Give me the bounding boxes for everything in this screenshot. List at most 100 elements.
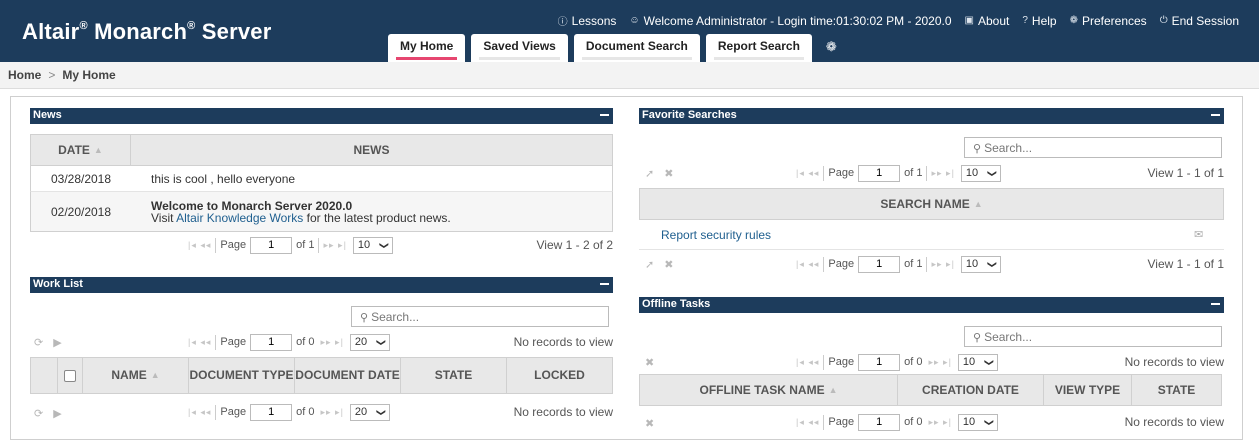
- page-number-input[interactable]: [250, 403, 293, 421]
- select-all-checkbox[interactable]: [64, 369, 76, 382]
- pager-first-prev[interactable]: |◂ ◂◂: [796, 417, 819, 428]
- favorites-toolbar-bottom: ➚ ✖: [645, 258, 673, 271]
- favorites-col-search-name[interactable]: SEARCH NAME ▲: [640, 189, 1223, 219]
- sort-icon: ▲: [93, 144, 103, 155]
- refresh-icon[interactable]: ⟳: [34, 336, 43, 349]
- favorites-row[interactable]: Report security rules ✉: [639, 220, 1224, 250]
- tab-document-search[interactable]: Document Search: [573, 34, 700, 62]
- favorites-search-input[interactable]: ⚲ Search...: [964, 137, 1222, 158]
- worklist-col-state[interactable]: STATE: [401, 358, 507, 393]
- rows-per-page-select[interactable]: 10 ❯: [960, 255, 1001, 273]
- page-number-input[interactable]: [858, 413, 901, 431]
- pager-next-last[interactable]: ▸▸ ▸|: [323, 240, 346, 251]
- logo-reg-mark: ®: [187, 20, 196, 32]
- col-label: DOCUMENT TYPE: [189, 368, 294, 382]
- worklist-status-bottom: No records to view: [513, 405, 613, 419]
- pager-page-label: Page: [220, 406, 247, 418]
- pager-next-last[interactable]: ▸▸ ▸|: [928, 357, 951, 368]
- worklist-col-document-type[interactable]: DOCUMENT TYPE: [189, 358, 295, 393]
- edit-icon[interactable]: ➚: [645, 167, 654, 180]
- offline-minimize-icon[interactable]: [1211, 303, 1220, 305]
- page-number-input[interactable]: [250, 236, 293, 254]
- play-icon[interactable]: ▶: [53, 336, 61, 349]
- sort-icon: ▲: [150, 370, 160, 380]
- page-number-input[interactable]: [858, 164, 901, 182]
- edit-icon[interactable]: ➚: [645, 258, 654, 271]
- news-col-date[interactable]: DATE ▲: [31, 135, 131, 165]
- pager-first-prev[interactable]: |◂ ◂◂: [188, 337, 211, 348]
- rows-per-page-select[interactable]: 10 ❯: [352, 236, 393, 254]
- pager-first-prev[interactable]: |◂ ◂◂: [188, 407, 211, 418]
- lessons-link[interactable]: ⓘ Lessons: [558, 13, 617, 29]
- worklist-minimize-icon[interactable]: [600, 283, 609, 285]
- pager-first-prev[interactable]: |◂ ◂◂: [796, 168, 819, 179]
- pager-of-label: of 1: [904, 258, 923, 270]
- tab-report-search[interactable]: Report Search: [705, 34, 812, 62]
- rows-per-page-select[interactable]: 20 ❯: [349, 403, 390, 421]
- about-link[interactable]: ▣ About: [965, 13, 1010, 28]
- worklist-status: No records to view: [513, 335, 613, 349]
- favorite-search-link[interactable]: Report security rules: [639, 228, 1194, 242]
- end-session-link[interactable]: ⏻ End Session: [1160, 13, 1239, 28]
- delete-icon[interactable]: ✖: [664, 167, 673, 180]
- favorites-pager: |◂ ◂◂ Page of 1 ▸▸ ▸| 10❯: [796, 163, 1001, 183]
- favorites-minimize-icon[interactable]: [1211, 114, 1220, 116]
- email-icon[interactable]: ✉: [1194, 228, 1224, 241]
- rows-per-page-select[interactable]: 10 ❯: [960, 164, 1001, 182]
- pager-next-last[interactable]: ▸▸ ▸|: [320, 407, 343, 418]
- tab-label: Document Search: [585, 39, 688, 53]
- offline-col-state[interactable]: STATE: [1132, 375, 1221, 405]
- news-col-news[interactable]: NEWS: [131, 135, 612, 165]
- help-label: Help: [1031, 13, 1057, 28]
- pager-first-prev[interactable]: |◂ ◂◂: [188, 240, 211, 251]
- select-all-checkbox-cell[interactable]: [58, 358, 83, 393]
- offline-tasks-panel: Offline Tasks ⚲Search... ✖ |◂ ◂◂ Page of…: [639, 297, 1224, 437]
- news-grid-header: DATE ▲ NEWS: [30, 134, 613, 166]
- page-number-input[interactable]: [250, 333, 293, 351]
- news-col-news-label: NEWS: [353, 142, 390, 157]
- breadcrumb-home[interactable]: Home: [8, 68, 41, 82]
- play-icon[interactable]: ▶: [53, 407, 61, 420]
- logo-reg-mark: ®: [79, 20, 88, 32]
- breadcrumb-separator: >: [48, 68, 56, 82]
- preferences-link[interactable]: ❁ Preferences: [1070, 13, 1147, 28]
- offline-status: No records to view: [1124, 355, 1224, 369]
- worklist-search-input[interactable]: ⚲ Search...: [351, 306, 609, 327]
- tab-saved-views[interactable]: Saved Views: [471, 34, 568, 62]
- knowledge-works-link[interactable]: Altair Knowledge Works: [176, 211, 303, 225]
- news-pager: |◂ ◂◂ Page of 1 ▸▸ ▸| 10❯: [188, 235, 393, 255]
- delete-icon[interactable]: ✖: [664, 258, 673, 271]
- news-body-post: for the latest product news.: [303, 210, 451, 225]
- help-link[interactable]: ? Help: [1022, 13, 1056, 28]
- pager-next-last[interactable]: ▸▸ ▸|: [928, 417, 951, 428]
- about-icon: ▣: [964, 15, 974, 26]
- delete-icon[interactable]: ✖: [645, 417, 654, 430]
- news-minimize-icon[interactable]: [600, 114, 609, 116]
- refresh-icon[interactable]: ⟳: [34, 407, 43, 420]
- news-date: 03/28/2018: [50, 171, 112, 186]
- worklist-col-locked[interactable]: LOCKED: [507, 358, 612, 393]
- pager-first-prev[interactable]: |◂ ◂◂: [796, 357, 819, 368]
- tab-settings-gear-icon[interactable]: ❁: [818, 34, 845, 62]
- pager-next-last[interactable]: ▸▸ ▸|: [931, 259, 954, 270]
- rows-per-page-select[interactable]: 10 ❯: [957, 353, 998, 371]
- pager-next-last[interactable]: ▸▸ ▸|: [320, 337, 343, 348]
- offline-col-creation-date[interactable]: CREATION DATE: [898, 375, 1044, 405]
- delete-icon[interactable]: ✖: [645, 356, 654, 369]
- rows-per-page-select[interactable]: 20 ❯: [349, 333, 390, 351]
- offline-search-input[interactable]: ⚲ Search...: [964, 326, 1222, 347]
- pager-next-last[interactable]: ▸▸ ▸|: [931, 168, 954, 179]
- page-number-input[interactable]: [858, 255, 901, 273]
- page-number-input[interactable]: [858, 353, 901, 371]
- rows-per-page-select[interactable]: 10 ❯: [957, 413, 998, 431]
- pager-first-prev[interactable]: |◂ ◂◂: [796, 259, 819, 270]
- tab-my-home[interactable]: My Home: [388, 34, 466, 62]
- pager-of-label: of 0: [904, 356, 923, 368]
- offline-col-view-type[interactable]: VIEW TYPE: [1044, 375, 1132, 405]
- worklist-toolbar-bottom: ⟳ ▶: [34, 407, 62, 420]
- worklist-col-name[interactable]: NAME ▲: [83, 358, 189, 393]
- col-spacer: [31, 358, 58, 393]
- logo-text-monarch: Monarch: [94, 19, 188, 44]
- offline-col-task-name[interactable]: OFFLINE TASK NAME ▲: [640, 375, 898, 405]
- worklist-col-document-date[interactable]: DOCUMENT DATE: [295, 358, 401, 393]
